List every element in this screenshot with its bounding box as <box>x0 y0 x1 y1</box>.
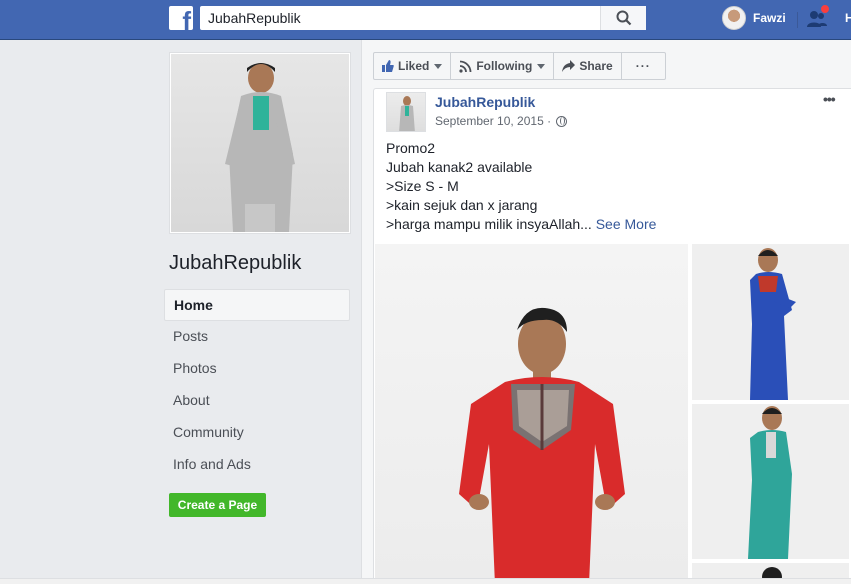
search-button[interactable] <box>600 6 646 30</box>
post-line: >Size S - M <box>386 178 459 194</box>
nav-item-photos[interactable]: Photos <box>164 353 350 385</box>
notification-badge <box>820 4 830 14</box>
nav-item-info-and-ads[interactable]: Info and Ads <box>164 449 350 481</box>
create-page-button[interactable]: Create a Page <box>169 493 266 517</box>
more-icon: ··· <box>635 59 651 73</box>
post-page-avatar[interactable] <box>386 92 426 132</box>
page-title: JubahRepublik <box>169 252 302 274</box>
globe-icon <box>556 115 568 127</box>
nav-item-community[interactable]: Community <box>164 417 350 449</box>
nav-item-about[interactable]: About <box>164 385 350 417</box>
post-options-icon[interactable]: ••• <box>823 91 836 107</box>
post-line: >kain sejuk dan x jarang <box>386 197 538 213</box>
user-profile-link[interactable]: Fawzi <box>722 6 786 30</box>
liked-label: Liked <box>398 59 430 73</box>
post-line: Jubah kanak2 available <box>386 159 533 175</box>
liked-button[interactable]: Liked <box>373 52 452 80</box>
post-photo-thumbnail[interactable] <box>692 244 849 400</box>
search-icon <box>616 10 631 26</box>
post-line: Promo2 <box>386 140 436 156</box>
rss-icon <box>459 60 472 73</box>
divider <box>797 12 798 28</box>
chevron-down-icon <box>434 63 443 69</box>
share-arrow-icon <box>562 60 576 72</box>
chevron-down-icon <box>537 63 546 69</box>
following-button[interactable]: Following <box>450 52 555 80</box>
more-options-button[interactable]: ··· <box>620 52 666 80</box>
post-card: JubahRepublik September 10, 2015 · ••• P… <box>373 88 851 584</box>
boy-in-teal-jubah-image <box>748 406 792 559</box>
post-photo-main[interactable] <box>375 244 688 584</box>
search-box <box>200 6 646 30</box>
see-more-link[interactable]: See More <box>596 216 657 232</box>
facebook-logo-icon[interactable]: f <box>169 6 193 30</box>
post-author-link[interactable]: JubahRepublik <box>435 94 535 110</box>
avatar <box>722 6 746 30</box>
post-photo-thumbnail[interactable] <box>692 404 849 559</box>
page-action-bar: Liked Following Share ··· <box>373 52 666 80</box>
share-button[interactable]: Share <box>553 52 622 80</box>
nav-item-home[interactable]: Home <box>164 289 350 321</box>
post-date: September 10, 2015 · <box>435 114 552 128</box>
boy-in-grey-jubah-image <box>225 63 295 232</box>
page-profile-picture[interactable] <box>169 52 351 234</box>
search-input[interactable] <box>200 6 600 30</box>
user-name: Fawzi <box>753 11 786 25</box>
boy-in-red-jubah-image <box>459 307 625 584</box>
page-navigation: Home Posts Photos About Community Info a… <box>164 289 350 481</box>
home-link[interactable]: H <box>845 11 851 25</box>
following-label: Following <box>476 59 533 73</box>
thumbs-up-icon <box>382 60 394 72</box>
top-navigation-bar: f Fawzi H <box>0 0 851 40</box>
footer-strip <box>0 578 851 584</box>
boy-in-blue-jubah-image <box>750 248 796 400</box>
share-label: Share <box>579 59 613 73</box>
post-line: >harga mampu milik insyaAllah... <box>386 216 592 232</box>
post-body: Promo2 Jubah kanak2 available >Size S - … <box>386 139 656 234</box>
nav-item-posts[interactable]: Posts <box>164 321 350 353</box>
post-timestamp[interactable]: September 10, 2015 · <box>435 114 568 128</box>
